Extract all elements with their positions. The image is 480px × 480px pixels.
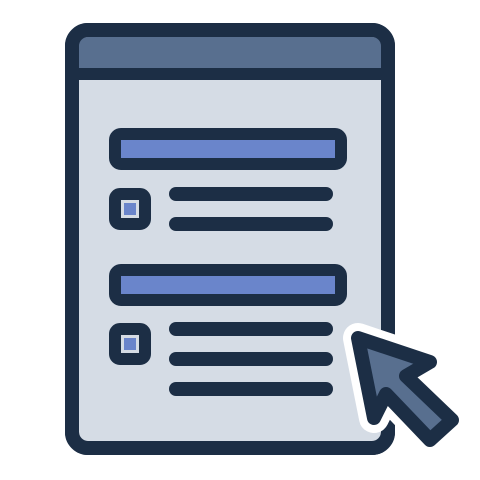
checkbox-mark bbox=[124, 203, 136, 215]
section-title-bar bbox=[109, 264, 347, 306]
icon-canvas bbox=[0, 0, 480, 480]
checkbox bbox=[109, 188, 151, 230]
checkbox-mark bbox=[124, 338, 136, 350]
section-title-bar bbox=[109, 128, 347, 170]
checkbox bbox=[109, 323, 151, 365]
form-document-with-cursor-icon bbox=[65, 23, 467, 455]
mouse-pointer-icon bbox=[343, 323, 467, 455]
